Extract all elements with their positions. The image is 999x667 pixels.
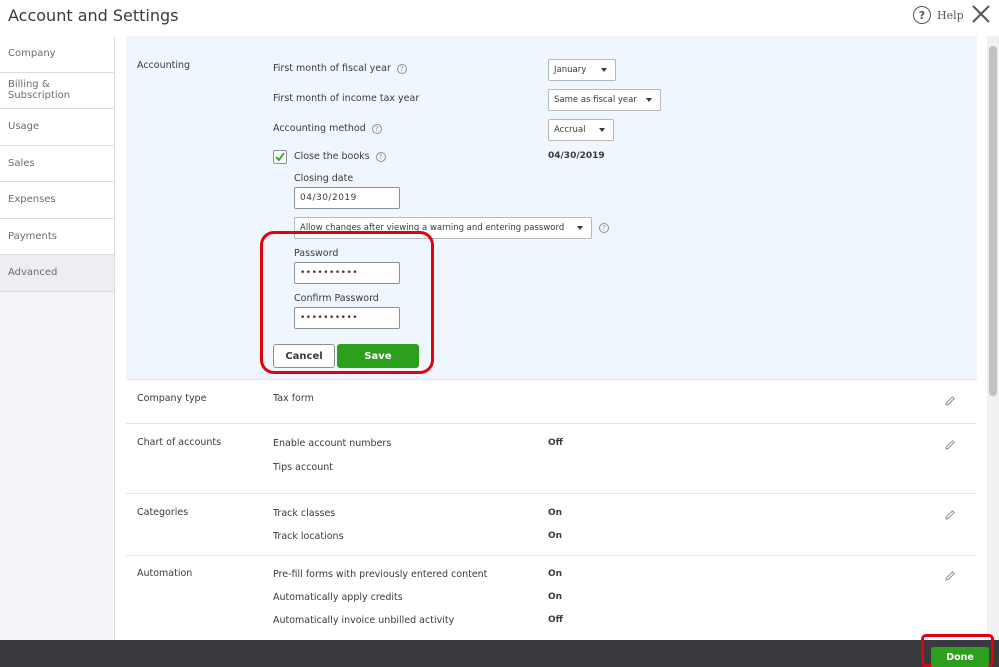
sidebar-item-payments[interactable]: Payments bbox=[0, 218, 114, 255]
section-heading: Automation bbox=[137, 568, 193, 579]
fiscal-year-label: First month of fiscal year bbox=[273, 63, 391, 74]
done-button[interactable]: Done bbox=[931, 647, 989, 667]
method-select[interactable]: Accrual bbox=[548, 119, 614, 141]
vertical-scrollbar[interactable] bbox=[987, 36, 999, 640]
closing-date-input[interactable]: 04/30/2019 bbox=[294, 187, 400, 209]
invoice-unbilled-value: Off bbox=[548, 615, 563, 625]
fiscal-year-value: January bbox=[554, 65, 587, 75]
chevron-down-icon bbox=[599, 128, 605, 132]
section-heading: Accounting bbox=[137, 60, 191, 71]
pencil-icon[interactable] bbox=[944, 509, 956, 521]
help-link[interactable]: ? Help bbox=[913, 6, 964, 24]
sidebar-item-company[interactable]: Company bbox=[0, 36, 114, 73]
track-locations-label: Track locations bbox=[273, 531, 344, 542]
tax-year-label: First month of income tax year bbox=[273, 93, 420, 104]
method-label: Accounting method bbox=[273, 123, 366, 134]
page-title: Account and Settings bbox=[8, 6, 179, 25]
close-books-checkbox[interactable] bbox=[273, 150, 287, 164]
automation-section[interactable]: Automation Pre-fill forms with previousl… bbox=[126, 556, 977, 640]
tax-year-select[interactable]: Same as fiscal year bbox=[548, 89, 661, 111]
method-row: Accounting method? bbox=[273, 123, 382, 134]
prefill-label: Pre-fill forms with previously entered c… bbox=[273, 569, 488, 580]
enable-numbers-value: Off bbox=[548, 438, 563, 448]
info-icon[interactable]: ? bbox=[375, 151, 386, 162]
enable-numbers-label: Enable account numbers bbox=[273, 438, 392, 449]
close-books-date: 04/30/2019 bbox=[548, 151, 605, 161]
info-icon[interactable]: ? bbox=[599, 223, 609, 233]
prefill-value: On bbox=[548, 569, 563, 579]
track-classes-value: On bbox=[548, 508, 563, 518]
help-label: Help bbox=[937, 8, 964, 22]
track-classes-label: Track classes bbox=[273, 508, 336, 519]
pencil-icon[interactable] bbox=[944, 439, 956, 451]
tax-year-value: Same as fiscal year bbox=[554, 95, 637, 105]
chevron-down-icon bbox=[601, 68, 607, 72]
categories-section[interactable]: Categories Track classes On Track locati… bbox=[126, 494, 977, 556]
settings-content: Accounting First month of fiscal year? J… bbox=[126, 36, 977, 640]
section-heading: Chart of accounts bbox=[137, 437, 222, 448]
pencil-icon[interactable] bbox=[944, 570, 956, 582]
company-type-section[interactable]: Company type Tax form bbox=[126, 380, 977, 424]
highlight-box bbox=[260, 231, 434, 374]
apply-credits-label: Automatically apply credits bbox=[273, 592, 403, 603]
accounting-section: Accounting First month of fiscal year? J… bbox=[126, 36, 977, 380]
footer-bar bbox=[0, 640, 999, 667]
info-icon[interactable]: ? bbox=[371, 123, 382, 134]
close-icon[interactable] bbox=[970, 3, 992, 25]
sidebar-item-billing[interactable]: Billing & Subscription bbox=[0, 72, 114, 109]
section-heading: Company type bbox=[137, 393, 207, 404]
method-value: Accrual bbox=[554, 125, 586, 135]
sidebar-item-expenses[interactable]: Expenses bbox=[0, 182, 114, 219]
pencil-icon[interactable] bbox=[944, 395, 956, 407]
chevron-down-icon bbox=[577, 226, 583, 230]
sidebar-item-advanced[interactable]: Advanced bbox=[0, 255, 114, 292]
close-books-label: Close the books bbox=[294, 151, 370, 162]
track-locations-value: On bbox=[548, 531, 563, 541]
scrollbar-thumb[interactable] bbox=[989, 46, 997, 396]
tax-form-label: Tax form bbox=[273, 393, 314, 404]
settings-sidebar: Company Billing & Subscription Usage Sal… bbox=[0, 36, 115, 640]
closing-date-label: Closing date bbox=[294, 173, 354, 184]
tips-account-label: Tips account bbox=[273, 462, 333, 473]
help-icon: ? bbox=[913, 6, 931, 24]
fiscal-year-select[interactable]: January bbox=[548, 59, 616, 81]
sidebar-item-sales[interactable]: Sales bbox=[0, 145, 114, 182]
checkmark-icon bbox=[275, 152, 285, 162]
header-bar: Account and Settings ? Help bbox=[0, 0, 999, 36]
info-icon[interactable]: ? bbox=[396, 63, 407, 74]
chart-of-accounts-section[interactable]: Chart of accounts Enable account numbers… bbox=[126, 424, 977, 494]
section-heading: Categories bbox=[137, 507, 189, 518]
sidebar-item-usage[interactable]: Usage bbox=[0, 109, 114, 146]
apply-credits-value: On bbox=[548, 592, 563, 602]
chevron-down-icon bbox=[646, 98, 652, 102]
close-books-row: Close the books? bbox=[294, 151, 386, 162]
fiscal-year-row: First month of fiscal year? bbox=[273, 63, 407, 74]
invoice-unbilled-label: Automatically invoice unbilled activity bbox=[273, 615, 455, 626]
